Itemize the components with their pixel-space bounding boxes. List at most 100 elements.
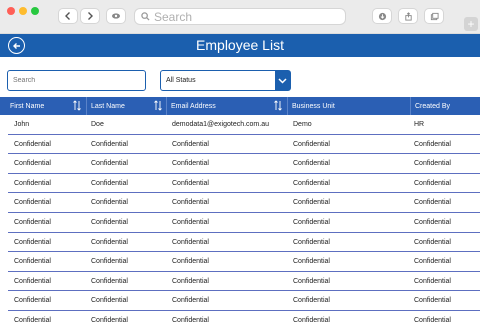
table-cell: Confidential	[293, 160, 330, 168]
table-row[interactable]: Confidential Confidential Confidential Conf…	[8, 154, 480, 174]
table-cell: Confidential	[172, 317, 209, 324]
eye-icon	[112, 13, 120, 19]
table-row[interactable]: Confidential Confidential Confidential Conf…	[8, 311, 480, 324]
table-row[interactable]: Confidential Confidential Confidential Conf…	[8, 272, 480, 292]
close-window-button[interactable]	[7, 7, 15, 15]
table-header: First Name Last Name Email Address Busin…	[0, 97, 480, 115]
browser-back-button[interactable]	[58, 8, 78, 24]
table-cell: Confidential	[172, 219, 209, 226]
new-tab-button[interactable]: +	[464, 17, 478, 31]
column-header-label: First Name	[10, 102, 45, 110]
chevron-left-icon	[65, 12, 70, 20]
table-cell: Confidential	[414, 258, 451, 266]
browser-toolbar: Search +	[0, 0, 480, 34]
table-cell: Confidential	[91, 277, 128, 285]
table-cell: Confidential	[414, 199, 451, 207]
table-cell: Confidential	[172, 277, 209, 285]
browser-forward-button[interactable]	[80, 8, 100, 24]
table-cell: Confidential	[91, 160, 128, 168]
column-header-email[interactable]: Email Address	[167, 97, 288, 115]
reader-view-button[interactable]	[106, 8, 126, 24]
search-icon	[141, 12, 150, 21]
table-cell: Confidential	[14, 199, 51, 207]
table-cell: Confidential	[14, 238, 51, 246]
table-row[interactable]: Confidential Confidential Confidential Conf…	[8, 233, 480, 253]
maximize-window-button[interactable]	[31, 7, 39, 15]
table-cell: Confidential	[414, 219, 451, 226]
table-cell: Confidential	[91, 238, 128, 246]
table-cell: Confidential	[14, 219, 51, 226]
sort-icon[interactable]	[274, 100, 282, 111]
column-header-label: Last Name	[91, 102, 125, 110]
column-header-business-unit[interactable]: Business Unit	[288, 97, 411, 115]
table-cell: Confidential	[14, 140, 51, 148]
table-cell: Confidential	[414, 160, 451, 168]
table-cell: Confidential	[14, 317, 51, 324]
table-cell: Confidential	[414, 140, 451, 148]
minimize-window-button[interactable]	[19, 7, 27, 15]
table-cell: Confidential	[172, 258, 209, 266]
table-row[interactable]: Confidential Confidential Confidential Conf…	[8, 252, 480, 272]
tabs-overview-button[interactable]	[424, 8, 444, 24]
table-cell: Confidential	[14, 277, 51, 285]
table-cell: Confidential	[172, 238, 209, 246]
table-cell: Confidential	[91, 140, 128, 148]
chevron-down-icon	[275, 71, 290, 90]
table-cell: Confidential	[293, 219, 330, 226]
column-header-label: Email Address	[171, 102, 216, 110]
table-cell: Confidential	[293, 277, 330, 285]
table-cell: Confidential	[172, 140, 209, 148]
table-cell: Confidential	[172, 160, 209, 168]
table-cell: Confidential	[172, 179, 209, 187]
table-cell: Confidential	[172, 297, 209, 305]
table-cell: Confidential	[14, 179, 51, 187]
table-cell: Confidential	[293, 238, 330, 246]
status-dropdown[interactable]: All Status	[160, 70, 291, 91]
browser-address-bar[interactable]: Search	[134, 8, 346, 25]
table-cell: Confidential	[293, 199, 330, 207]
table-row[interactable]: Confidential Confidential Confidential Conf…	[8, 135, 480, 155]
table-cell: Confidential	[172, 199, 209, 207]
table-cell: Doe	[91, 121, 104, 128]
column-header-label: Business Unit	[292, 102, 335, 110]
table-cell: Confidential	[293, 317, 330, 324]
table-cell: John	[14, 121, 30, 128]
share-icon	[404, 11, 412, 21]
table-row[interactable]: John Doe demodata1@exigotech.com.au Demo HR	[8, 115, 480, 135]
table-cell: Confidential	[91, 258, 128, 266]
table-cell: Confidential	[293, 179, 330, 187]
plus-icon: +	[467, 17, 475, 31]
column-header-created-by[interactable]: Created By	[411, 97, 480, 115]
table-cell: Confidential	[293, 297, 330, 305]
table-cell: Confidential	[91, 179, 128, 187]
download-button[interactable]	[372, 8, 392, 24]
share-button[interactable]	[398, 8, 418, 24]
table-cell: Confidential	[414, 317, 451, 324]
table-row[interactable]: Confidential Confidential Confidential Conf…	[8, 174, 480, 194]
table-cell: Confidential	[91, 219, 128, 226]
table-cell: Confidential	[14, 160, 51, 168]
table-row[interactable]: Confidential Confidential Confidential Conf…	[8, 193, 480, 213]
table-cell: Demo	[293, 121, 312, 128]
table-cell: demodata1@exigotech.com.au	[172, 121, 269, 128]
table-cell: Confidential	[91, 317, 128, 324]
sort-icon[interactable]	[154, 100, 162, 111]
search-input[interactable]	[7, 70, 146, 91]
sort-icon[interactable]	[73, 100, 81, 111]
table-cell: Confidential	[293, 258, 330, 266]
table-cell: Confidential	[14, 258, 51, 266]
download-icon	[378, 12, 386, 20]
status-dropdown-value: All Status	[166, 77, 196, 84]
table-cell: HR	[414, 121, 425, 128]
table-row[interactable]: Confidential Confidential Confidential Conf…	[8, 291, 480, 311]
chevron-right-icon	[88, 12, 93, 20]
page-title: Employee List	[196, 37, 284, 53]
table-cell: Confidential	[293, 140, 330, 148]
table-cell: Confidential	[91, 199, 128, 207]
column-header-label: Created By	[415, 102, 451, 110]
table-row[interactable]: Confidential Confidential Confidential Conf…	[8, 213, 480, 233]
app-header: Employee List	[0, 34, 480, 57]
tabs-icon	[430, 12, 439, 20]
table-cell: Confidential	[414, 277, 451, 285]
address-bar-placeholder: Search	[154, 9, 193, 24]
